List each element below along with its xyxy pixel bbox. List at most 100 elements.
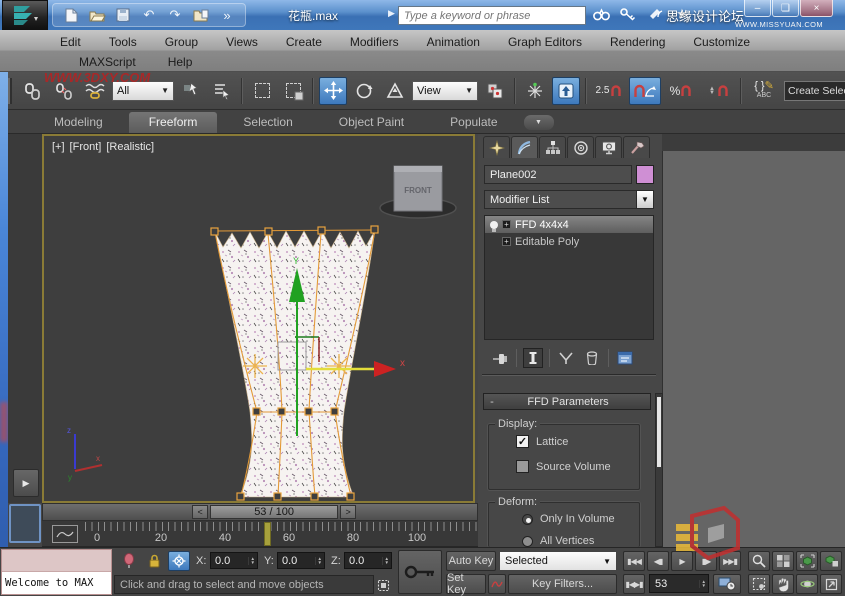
- menu-modifiers[interactable]: Modifiers: [348, 33, 401, 51]
- orbit-button[interactable]: [796, 574, 818, 594]
- sign-in-key-icon[interactable]: [619, 5, 637, 23]
- menu-group[interactable]: Group: [163, 33, 200, 51]
- auto-key-button[interactable]: Auto Key: [446, 551, 496, 571]
- minimize-button[interactable]: –: [744, 0, 771, 17]
- zoom-extents-all-button[interactable]: [820, 551, 842, 571]
- modify-tab[interactable]: [511, 136, 538, 158]
- maximize-button[interactable]: ❏: [772, 0, 799, 17]
- x-spinner[interactable]: ▲▼: [248, 557, 257, 565]
- pin-stack-icon[interactable]: [490, 348, 510, 368]
- previous-frame-button[interactable]: <: [192, 505, 208, 519]
- front-viewport[interactable]: FRONT: [42, 134, 475, 503]
- isolate-selection-icon[interactable]: [118, 551, 140, 571]
- absolute-offset-mode-toggle[interactable]: [168, 551, 190, 571]
- next-frame-button[interactable]: >: [340, 505, 356, 519]
- expand-icon[interactable]: +: [502, 237, 511, 246]
- menu-animation[interactable]: Animation: [425, 33, 482, 51]
- display-tab[interactable]: [595, 136, 622, 158]
- save-file-icon[interactable]: [113, 6, 133, 24]
- ribbon-tab-freeform[interactable]: Freeform: [129, 112, 218, 133]
- set-keys-button[interactable]: [398, 550, 442, 594]
- modifier-list-dropdown[interactable]: Modifier List ▼: [484, 190, 654, 209]
- menu-views[interactable]: Views: [224, 33, 260, 51]
- go-to-start-button[interactable]: ▮◀◀: [623, 551, 645, 571]
- region-zoom-button[interactable]: [748, 574, 770, 594]
- ribbon-tab-populate[interactable]: Populate: [430, 112, 517, 133]
- show-end-result-icon[interactable]: [523, 348, 543, 368]
- communication-center-icon[interactable]: [646, 5, 664, 23]
- lattice-checkbox[interactable]: ✓: [516, 435, 529, 448]
- viewport-menu-pov[interactable]: [Front]: [70, 141, 102, 153]
- named-selection-set-field[interactable]: Create Selection: [784, 81, 845, 101]
- title-bar[interactable]: ↶ ↷ » 花瓶.max ▶ ★ – ❏ ×: [0, 0, 845, 30]
- key-mode-toggle-button[interactable]: ▮◀▶▮: [623, 574, 645, 594]
- angle-snap-toggle-icon[interactable]: [629, 77, 661, 105]
- current-frame-display[interactable]: 53 / 100: [210, 505, 338, 519]
- viewport-scene[interactable]: FRONT: [44, 136, 473, 501]
- close-button[interactable]: ×: [800, 0, 833, 17]
- zoom-extents-button[interactable]: [796, 551, 818, 571]
- menu-help[interactable]: Help: [166, 53, 195, 71]
- utilities-tab[interactable]: [623, 136, 650, 158]
- select-and-scale-icon[interactable]: [381, 77, 409, 105]
- ribbon-minimize-dropdown[interactable]: ▼: [524, 115, 554, 130]
- time-slider[interactable]: < 53 / 100 >: [42, 503, 478, 521]
- object-color-swatch[interactable]: [636, 165, 654, 184]
- modifier-enable-bulb-icon[interactable]: [490, 221, 498, 229]
- select-and-manipulate-icon[interactable]: [521, 77, 549, 105]
- trackbar-ruler[interactable]: 0 20 40 60 80 100: [85, 522, 478, 546]
- viewport-menu-shading[interactable]: [Realistic]: [106, 141, 154, 153]
- time-configuration-button[interactable]: [713, 574, 741, 594]
- expand-icon[interactable]: +: [502, 220, 511, 229]
- stack-item-editable-poly[interactable]: + Editable Poly: [485, 233, 653, 250]
- menu-graph-editors[interactable]: Graph Editors: [506, 33, 584, 51]
- select-and-rotate-icon[interactable]: [350, 77, 378, 105]
- select-object-icon[interactable]: [177, 77, 205, 105]
- application-menu-button[interactable]: [2, 0, 48, 30]
- menu-customize[interactable]: Customize: [691, 33, 752, 51]
- source-volume-checkbox-row[interactable]: Source Volume: [516, 460, 611, 473]
- set-key-curve-icon[interactable]: [488, 574, 506, 594]
- track-bar[interactable]: 0 20 40 60 80 100: [42, 521, 478, 547]
- maxscript-mini-listener[interactable]: Welcome to MAX: [1, 549, 112, 595]
- percent-snap-toggle-icon[interactable]: %: [664, 77, 698, 105]
- viewport-menu-general[interactable]: [+]: [52, 141, 65, 153]
- frame-spinner[interactable]: ▲▼: [699, 580, 708, 588]
- stack-item-ffd[interactable]: + FFD 4x4x4: [485, 216, 653, 233]
- select-by-name-icon[interactable]: [208, 77, 236, 105]
- z-spinner[interactable]: ▲▼: [382, 557, 391, 565]
- key-mode-dropdown[interactable]: Selected ▼: [499, 551, 617, 571]
- only-in-volume-radio-row[interactable]: Only In Volume: [522, 513, 615, 525]
- x-coordinate-field[interactable]: 0.0 ▲▼: [210, 552, 258, 569]
- y-coordinate-field[interactable]: 0.0 ▲▼: [277, 552, 325, 569]
- scrollbar-thumb[interactable]: [657, 397, 661, 467]
- trackbar-marker[interactable]: [264, 522, 271, 546]
- reference-coordinate-dropdown[interactable]: View ▼: [412, 81, 478, 101]
- time-slider-thumb[interactable]: < 53 / 100 >: [192, 505, 356, 519]
- pan-hand-button[interactable]: [772, 574, 794, 594]
- set-key-button[interactable]: Set Key: [446, 574, 486, 594]
- mini-curve-editor-icon[interactable]: [52, 525, 78, 543]
- undo-icon[interactable]: ↶: [139, 6, 159, 24]
- edit-named-selection-sets-icon[interactable]: { }✎ ABC: [747, 77, 781, 105]
- window-crossing-toggle-icon[interactable]: [279, 77, 307, 105]
- viewport-layout-tab[interactable]: [9, 504, 41, 543]
- use-pivot-point-icon[interactable]: [481, 77, 509, 105]
- lattice-checkbox-row[interactable]: ✓ Lattice: [516, 435, 568, 448]
- zoom-button[interactable]: [748, 551, 770, 571]
- project-folder-icon[interactable]: [191, 6, 211, 24]
- listener-output[interactable]: Welcome to MAX: [2, 572, 111, 594]
- menu-maxscript[interactable]: MAXScript: [77, 53, 138, 71]
- configure-modifier-sets-icon[interactable]: [615, 348, 635, 368]
- redo-icon[interactable]: ↷: [165, 6, 185, 24]
- viewcube[interactable]: FRONT: [380, 166, 456, 218]
- rollout-scrollbar[interactable]: [655, 393, 663, 547]
- open-file-icon[interactable]: [87, 6, 107, 24]
- z-coordinate-field[interactable]: 0.0 ▲▼: [344, 552, 392, 569]
- key-filters-button[interactable]: Key Filters...: [508, 574, 617, 594]
- object-name-field[interactable]: Plane002: [484, 165, 632, 184]
- remove-modifier-icon[interactable]: [582, 348, 602, 368]
- rectangular-selection-region-icon[interactable]: [248, 77, 276, 105]
- previous-frame-transport-button[interactable]: ◀▮: [647, 551, 669, 571]
- ribbon-tab-object-paint[interactable]: Object Paint: [319, 112, 424, 133]
